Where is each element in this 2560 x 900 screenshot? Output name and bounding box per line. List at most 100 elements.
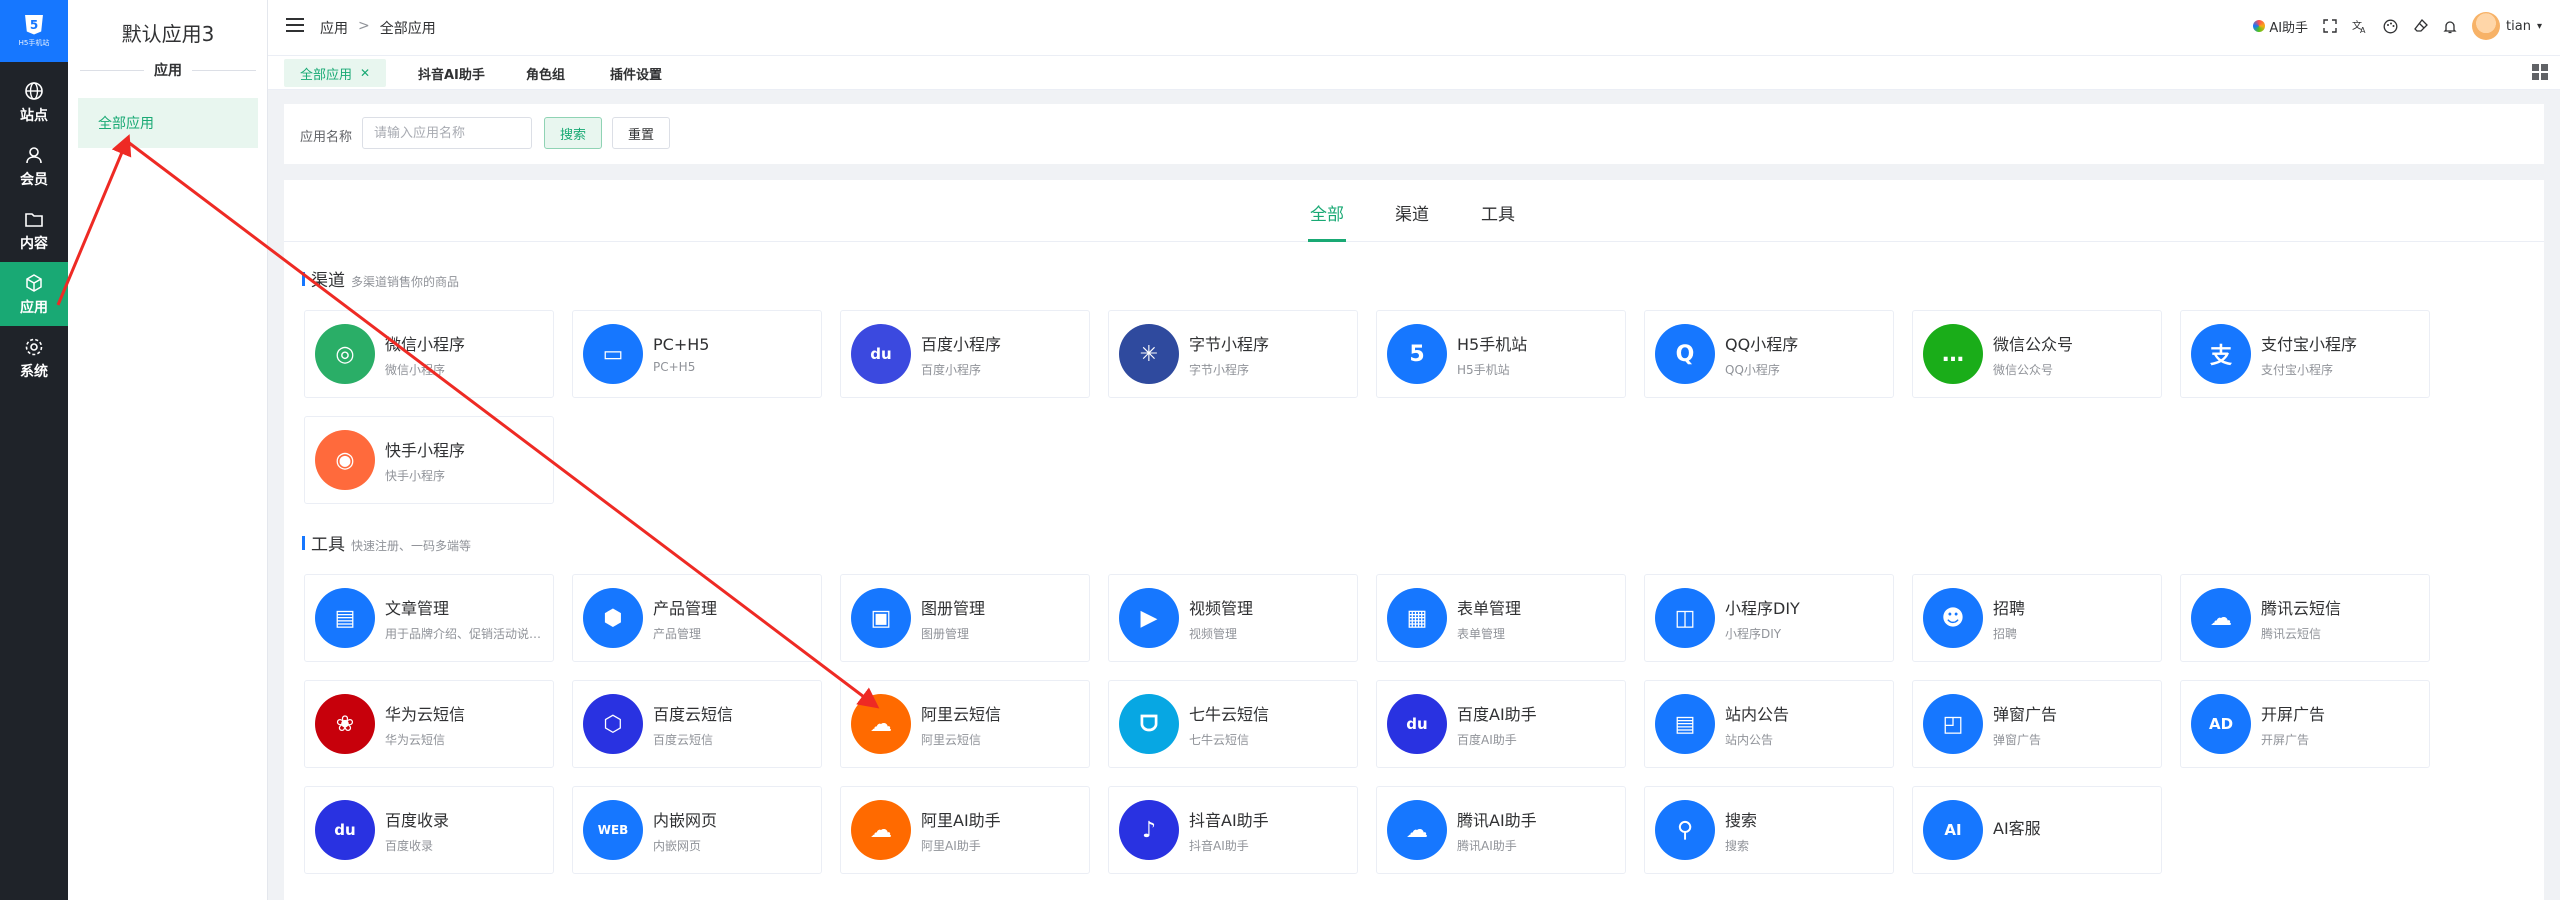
rail-item-site[interactable]: 站点 (0, 70, 68, 134)
tab-plugin-settings[interactable]: 插件设置 (594, 59, 678, 87)
qq-icon: Q (1655, 324, 1715, 384)
app-card[interactable]: 支支付宝小程序 支付宝小程序 (2180, 310, 2430, 398)
folder-icon (23, 208, 45, 230)
article-icon: ▤ (315, 588, 375, 648)
app-card[interactable]: ▤文章管理用于品牌介绍、促销活动说明、技巧 (304, 574, 554, 662)
html5-icon: 5 (1387, 324, 1447, 384)
app-text: 七牛云短信 七牛云短信 (1189, 701, 1269, 748)
form-icon: ▦ (1387, 588, 1447, 648)
app-card[interactable]: du 百度AI助手 百度AI助手 (1376, 680, 1626, 768)
close-icon[interactable]: ✕ (360, 66, 370, 80)
app-card[interactable]: ▦ 表单管理 表单管理 (1376, 574, 1626, 662)
app-text: H5手机站 H5手机站 (1457, 331, 1527, 378)
app-card[interactable]: ◫ 小程序DIY 小程序DIY (1644, 574, 1894, 662)
app-card[interactable]: ☻ 招聘 招聘 (1912, 574, 2162, 662)
app-card[interactable]: ❀ 华为云短信 华为云短信 (304, 680, 554, 768)
search-button[interactable]: 搜索 (544, 117, 603, 149)
rail-item-content[interactable]: 内容 (0, 198, 68, 262)
app-card[interactable]: ♪ 抖音AI助手 抖音AI助手 (1108, 786, 1358, 874)
app-name: 搜索 (1725, 810, 1758, 830)
tab-douyin-ai[interactable]: 抖音AI助手 (402, 59, 501, 87)
app-card[interactable]: Q QQ小程序 QQ小程序 (1644, 310, 1894, 398)
app-desc: 字节小程序 (1189, 362, 1250, 377)
app-text: 抖音AI助手 抖音AI助手 (1189, 807, 1269, 854)
translate-icon[interactable]: 文A (2352, 18, 2368, 34)
app-card[interactable]: ◎ 微信小程序 微信小程序 (304, 310, 554, 398)
app-card[interactable]: 5 H5手机站 H5手机站 (1376, 310, 1626, 398)
app-card[interactable]: ☁ 阿里云短信 阿里云短信 (840, 680, 1090, 768)
app-desc: 微信小程序 (385, 362, 446, 377)
app-card[interactable]: ☁ 阿里AI助手 阿里AI助手 (840, 786, 1090, 874)
menu-toggle-icon[interactable] (286, 18, 304, 34)
app-card[interactable]: ⬢ 产品管理 产品管理 (572, 574, 822, 662)
app-desc: 快手小程序 (385, 468, 446, 483)
rail-item-member[interactable]: 会员 (0, 134, 68, 198)
app-card[interactable]: ▣ 图册管理 图册管理 (840, 574, 1090, 662)
app-name: 阿里云短信 (921, 704, 1002, 724)
section-desc: 快速注册、一码多端等 (351, 539, 472, 553)
sidebar-item-all-apps[interactable]: 全部应用 (78, 98, 258, 148)
app-card[interactable]: ⚲ 搜索 搜索 (1644, 786, 1894, 874)
reset-button[interactable]: 重置 (612, 117, 671, 149)
web-icon: WEB (583, 800, 643, 860)
app-text: 腾讯AI助手 腾讯AI助手 (1457, 807, 1537, 854)
app-card[interactable]: AD 开屏广告 开屏广告 (2180, 680, 2430, 768)
user-menu[interactable]: tian ▾ (2472, 12, 2542, 40)
app-card[interactable]: ▶ 视频管理 视频管理 (1108, 574, 1358, 662)
secondary-sidebar: 默认应用3 应用 全部应用 (68, 0, 268, 900)
category-tab-tools[interactable]: 工具 (1481, 200, 1515, 225)
app-card[interactable]: ᗜ 七牛云短信 七牛云短信 (1108, 680, 1358, 768)
app-name: 百度AI助手 (1457, 704, 1537, 724)
clear-cache-icon[interactable] (2412, 18, 2428, 34)
app-card[interactable]: du 百度收录 百度收录 (304, 786, 554, 874)
baidu-ai-icon: du (1387, 694, 1447, 754)
app-text: 内嵌网页 内嵌网页 (653, 807, 717, 854)
channel-app-grid: ◎ 微信小程序 微信小程序 ▭ PC+H5 PC+H5 du 百度小程序 百度小程序 ✳ 字节小程序… (304, 310, 2430, 504)
app-card[interactable]: WEB 内嵌网页 内嵌网页 (572, 786, 822, 874)
divider (192, 69, 256, 71)
app-card[interactable]: ◰ 弹窗广告 弹窗广告 (1912, 680, 2162, 768)
app-card[interactable]: … 微信公众号 微信公众号 (1912, 310, 2162, 398)
app-desc: 图册管理 (921, 626, 970, 641)
app-card[interactable]: ☁ 腾讯云短信 腾讯云短信 (2180, 574, 2430, 662)
app-card[interactable]: ⬡ 百度云短信 百度云短信 (572, 680, 822, 768)
app-desc: PC+H5 (653, 359, 696, 374)
app-desc: 小程序DIY (1725, 626, 1782, 641)
qiniu-icon: ᗜ (1119, 694, 1179, 754)
tab-role-group[interactable]: 角色组 (510, 59, 581, 87)
app-card[interactable]: ▤ 站内公告 站内公告 (1644, 680, 1894, 768)
app-card[interactable]: du 百度小程序 百度小程序 (840, 310, 1090, 398)
app-text: 快手小程序 快手小程序 (385, 437, 465, 484)
fullscreen-icon[interactable] (2322, 18, 2338, 34)
app-card[interactable]: ✳ 字节小程序 字节小程序 (1108, 310, 1358, 398)
app-card[interactable]: AI AI客服 (1912, 786, 2162, 874)
app-name-input[interactable] (362, 117, 532, 149)
app-desc: 开屏广告 (2261, 732, 2310, 747)
category-tab-channel[interactable]: 渠道 (1395, 200, 1429, 225)
tab-all-apps[interactable]: 全部应用 ✕ (284, 59, 387, 87)
rail-item-apps[interactable]: 应用 (0, 262, 68, 326)
app-card[interactable]: ◉ 快手小程序 快手小程序 (304, 416, 554, 504)
divider (80, 69, 144, 71)
section-title: 渠道 (311, 271, 345, 291)
bell-icon[interactable] (2442, 18, 2458, 34)
app-card[interactable]: ☁ 腾讯AI助手 腾讯AI助手 (1376, 786, 1626, 874)
theme-palette-icon[interactable] (2382, 18, 2398, 34)
rail-label: 会员 (20, 171, 48, 188)
ai-assistant-button[interactable]: AI助手 (2253, 17, 2308, 36)
app-text: 文章管理用于品牌介绍、促销活动说明、技巧 (385, 595, 545, 642)
monitor-icon: ▭ (583, 324, 643, 384)
category-tab-all[interactable]: 全部 (1310, 200, 1344, 225)
app-name: 开屏广告 (2261, 704, 2326, 724)
sidebar-group-label: 应用 (154, 63, 182, 79)
app-desc: 七牛云短信 (1189, 732, 1250, 747)
breadcrumb-item[interactable]: 应用 (320, 18, 348, 38)
app-desc: 搜索 (1725, 838, 1750, 853)
popup-ad-icon: ◰ (1923, 694, 1983, 754)
apps-grid-icon[interactable] (2532, 64, 2548, 80)
app-card[interactable]: ▭ PC+H5 PC+H5 (572, 310, 822, 398)
rail-item-system[interactable]: 系统 (0, 326, 68, 390)
app-logo[interactable]: 5 H5手机站 (0, 0, 68, 62)
app-desc: 微信公众号 (1993, 362, 2054, 377)
app-name: 百度云短信 (653, 704, 734, 724)
